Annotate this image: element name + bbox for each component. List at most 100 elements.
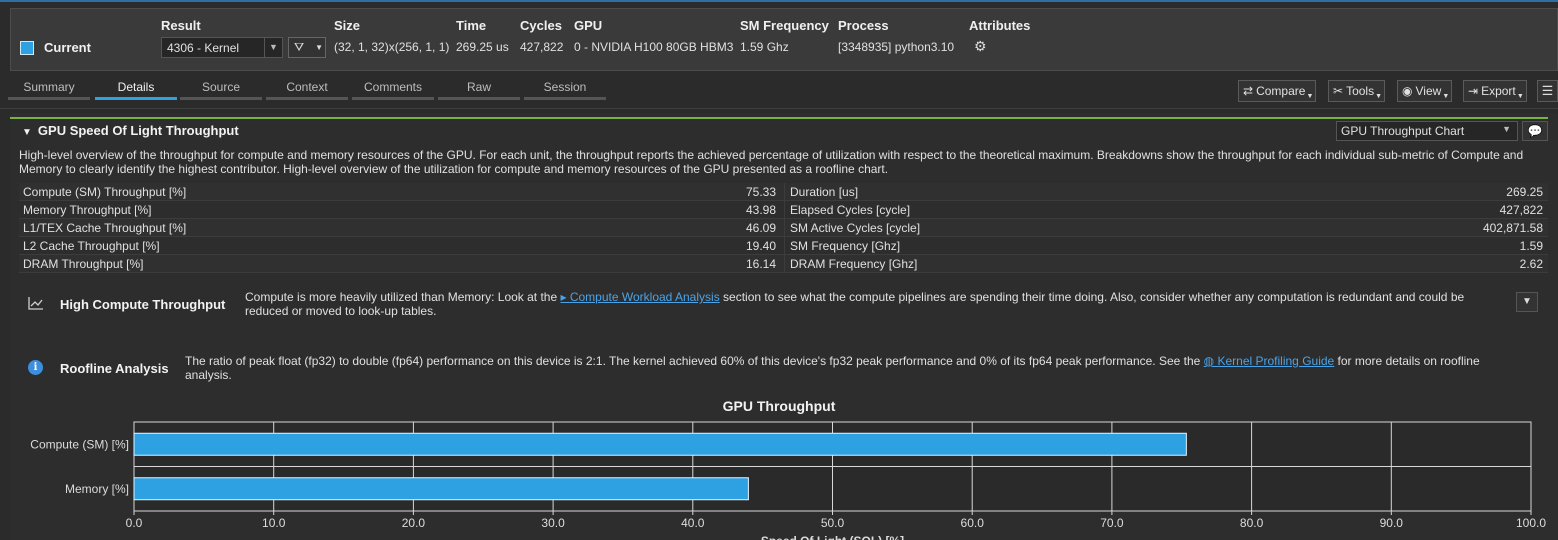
export-label: Export [1481, 84, 1516, 98]
metric-name: Memory Throughput [%] [23, 203, 152, 217]
result-column-label: Result [161, 18, 201, 33]
compare-button[interactable]: ⇄ Compare ▼ [1238, 80, 1317, 102]
tab-details[interactable]: Details [95, 78, 177, 100]
chevron-down-icon: ▼ [1522, 296, 1532, 307]
process-value: [3348935] python3.10 [838, 40, 955, 54]
tools-button[interactable]: ✂ Tools ▼ [1328, 80, 1386, 102]
metric-name: SM Active Cycles [cycle] [790, 221, 921, 235]
view-button[interactable]: ◉ View ▼ [1397, 80, 1453, 102]
x-tick-label: 0.0 [126, 516, 143, 530]
chevron-down-icon: ▼ [1516, 93, 1524, 100]
tab-comments[interactable]: Comments [352, 78, 434, 100]
rule-title-roofline: Roofline Analysis [60, 361, 169, 376]
x-axis-label: Speed Of Light (SOL) [%] [761, 534, 904, 540]
metric-name: L1/TEX Cache Throughput [%] [23, 221, 187, 235]
x-tick-label: 40.0 [681, 516, 705, 530]
chart-type-select[interactable]: GPU Throughput Chart ▼ [1336, 121, 1518, 141]
metric-value: 269.25 [1506, 185, 1543, 199]
tab-session[interactable]: Session [524, 78, 606, 100]
tab-raw[interactable]: Raw [438, 78, 520, 100]
size-value: (32, 1, 32)x(256, 1, 1) [334, 40, 450, 54]
section-title-text: GPU Speed Of Light Throughput [37, 123, 239, 138]
column-divider [784, 201, 785, 219]
filter-button[interactable]: ⛛ ▼ [288, 37, 326, 58]
metric-value: 402,871.58 [1482, 221, 1543, 235]
attributes-column-label: Attributes [969, 18, 1031, 33]
column-divider [784, 255, 785, 273]
expand-rule-button[interactable]: ▼ [1516, 292, 1538, 312]
table-row: Memory Throughput [%] 43.98 Elapsed Cycl… [19, 201, 1548, 219]
metric-value: 46.09 [745, 221, 776, 235]
bar [133, 477, 749, 501]
rule-body-compute: Compute is more heavily utilized than Me… [245, 290, 1495, 318]
tab-summary[interactable]: Summary [8, 78, 90, 100]
kernel-profiling-guide-link[interactable]: ◍ Kernel Profiling Guide [1204, 354, 1335, 368]
size-column-label: Size [334, 18, 361, 33]
chip-icon[interactable]: ⚙ [974, 39, 988, 53]
chevron-down-icon: ▼ [1442, 93, 1450, 100]
x-tick-label: 100.0 [1516, 516, 1546, 530]
metric-name: SM Frequency [Ghz] [790, 239, 901, 253]
metric-value: 427,822 [1499, 203, 1543, 217]
tab-source[interactable]: Source [180, 78, 262, 100]
chevron-down-icon: ▼ [1306, 93, 1314, 100]
gpu-throughput-chart: 0.0 10.0 20.0 30.0 40.0 50.0 60.0 70.0 80.0 90.0 1… [30, 421, 1546, 540]
rule-text: Compute is more heavily utilized than Me… [245, 290, 561, 304]
bar [133, 432, 1187, 456]
view-label: View [1415, 84, 1442, 98]
category-label: Compute (SM) [%] [30, 437, 129, 451]
compute-workload-analysis-link[interactable]: ▸ Compute Workload Analysis [560, 290, 719, 304]
metric-value: 19.40 [745, 239, 776, 253]
section-title[interactable]: ▼ GPU Speed Of Light Throughput [22, 123, 239, 138]
current-color-swatch [20, 41, 34, 55]
metric-name: L2 Cache Throughput [%] [23, 239, 160, 253]
metric-value: 16.14 [745, 257, 776, 271]
x-tick-label: 70.0 [1100, 516, 1124, 530]
chevron-down-icon: ▼ [315, 43, 323, 52]
table-row: L1/TEX Cache Throughput [%] 46.09 SM Act… [19, 219, 1548, 237]
hamburger-icon: ☰ [1541, 83, 1554, 98]
result-select[interactable]: 4306 - Kernel ▼ [161, 37, 283, 58]
x-tick-label: 20.0 [402, 516, 426, 530]
metric-name: DRAM Throughput [%] [23, 257, 144, 271]
metric-name: Elapsed Cycles [cycle] [790, 203, 911, 217]
collapse-triangle-icon[interactable]: ▼ [22, 127, 32, 138]
export-icon: ⇥ [1468, 84, 1479, 98]
export-button[interactable]: ⇥ Export ▼ [1463, 80, 1527, 102]
x-tick-label: 30.0 [541, 516, 565, 530]
x-tick-label: 60.0 [961, 516, 985, 530]
compare-icon: ⇄ [1243, 84, 1254, 98]
line-chart-icon [28, 297, 43, 310]
column-divider [784, 183, 785, 201]
category-label: Memory [%] [65, 482, 129, 496]
rule-body-roofline: The ratio of peak float (fp32) to double… [185, 354, 1495, 382]
x-tick-label: 90.0 [1380, 516, 1404, 530]
chart-title: GPU Throughput [722, 398, 836, 414]
metric-value: 1.59 [1519, 239, 1543, 253]
rule-title-compute: High Compute Throughput [60, 297, 226, 312]
tab-context[interactable]: Context [266, 78, 348, 100]
info-icon: i [28, 360, 43, 375]
rule-text: The ratio of peak float (fp32) to double… [185, 354, 1204, 368]
comment-icon: 💬 [1527, 124, 1543, 138]
cycles-value: 427,822 [520, 40, 564, 54]
x-tick-label: 10.0 [262, 516, 286, 530]
sm-frequency-value: 1.59 Ghz [740, 40, 789, 54]
metric-name: DRAM Frequency [Ghz] [790, 257, 918, 271]
cycles-column-label: Cycles [520, 18, 562, 33]
x-tick-label: 80.0 [1240, 516, 1264, 530]
hamburger-menu-button[interactable]: ☰ [1537, 80, 1558, 102]
link-text: Kernel Profiling Guide [1217, 354, 1335, 368]
chart-type-select-value: GPU Throughput Chart [1341, 124, 1465, 138]
time-value: 269.25 us [456, 40, 509, 54]
column-divider [784, 237, 785, 255]
metric-name: Compute (SM) Throughput [%] [23, 185, 187, 199]
section-accent-rule [10, 117, 1548, 119]
link-text: Compute Workload Analysis [569, 290, 720, 304]
current-result-label: Current [44, 40, 91, 55]
result-select-value: 4306 - Kernel [167, 41, 240, 55]
tools-icon: ✂ [1333, 84, 1344, 98]
x-tick-label: 50.0 [821, 516, 845, 530]
comment-button[interactable]: 💬 [1522, 121, 1548, 141]
result-header: Current Result 4306 - Kernel ▼ ⛛ ▼ Size … [10, 8, 1558, 71]
